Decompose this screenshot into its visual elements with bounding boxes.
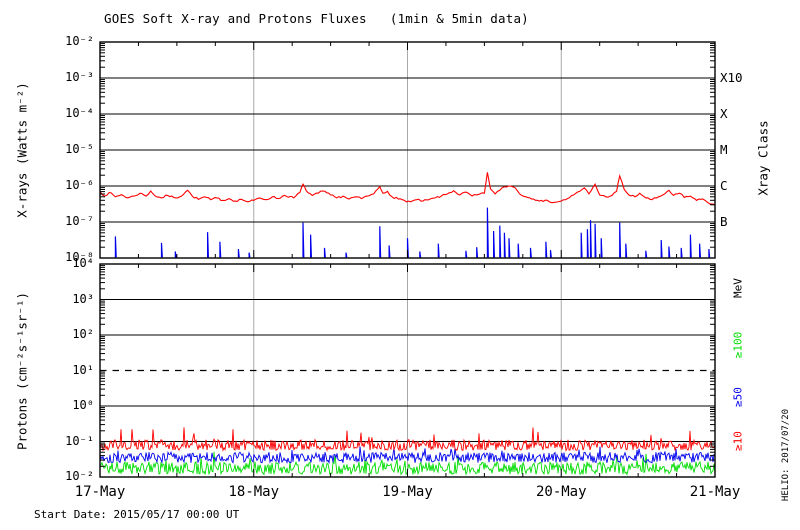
x-day-label: 19-May	[382, 484, 433, 500]
proton-ytick-label: 10¹	[72, 362, 94, 377]
proton-ytick-label: 10⁴	[72, 256, 94, 270]
xray-class-axis-title: Xray Class	[755, 120, 771, 196]
flux-chart-canvas	[99, 41, 716, 478]
proton-ge100-label: ≥100	[731, 331, 745, 359]
xray-class-label: B	[720, 214, 728, 229]
x-day-label: 17-May	[74, 484, 126, 500]
proton-ytick-label: 10³	[72, 291, 94, 306]
xray-ytick-label: 10⁻⁴	[65, 106, 94, 120]
xray-class-label: C	[720, 178, 728, 193]
proton-ytick-label: 10⁻²	[65, 469, 94, 483]
xray-ytick-label: 10⁻⁶	[65, 178, 94, 192]
x-day-label: 21-May	[689, 484, 741, 500]
x-day-label: 20-May	[535, 484, 587, 500]
proton-ytick-label: 10²	[72, 327, 94, 341]
proton-ge50-label: ≥50	[731, 387, 745, 407]
xray-class-label: X10	[720, 70, 743, 85]
proton-ytick-label: 10⁻¹	[65, 433, 94, 448]
xray-ytick-label: 10⁻²	[65, 34, 94, 48]
xray-short-series	[114, 207, 711, 258]
proton-unit-label: MeV	[731, 278, 745, 298]
start-date-caption: Start Date: 2015/05/17 00:00 UT	[34, 508, 240, 521]
x-day-label: 18-May	[228, 484, 280, 500]
xray-class-label: M	[720, 142, 728, 157]
xray-ytick-label: 10⁻⁷	[65, 214, 94, 228]
proton-ge10-label: ≥10	[731, 431, 745, 451]
xray-ytick-label: 10⁻³	[65, 70, 94, 84]
xray-class-label: X	[720, 106, 728, 121]
proton-ytick-label: 10⁰	[72, 398, 94, 412]
goes-flux-plot-page: GOES Soft X-ray and Protons Fluxes (1min…	[0, 0, 800, 530]
helio-watermark: HELIO: 2017/07/20	[781, 408, 791, 502]
xray-ytick-label: 10⁻⁵	[65, 142, 94, 156]
